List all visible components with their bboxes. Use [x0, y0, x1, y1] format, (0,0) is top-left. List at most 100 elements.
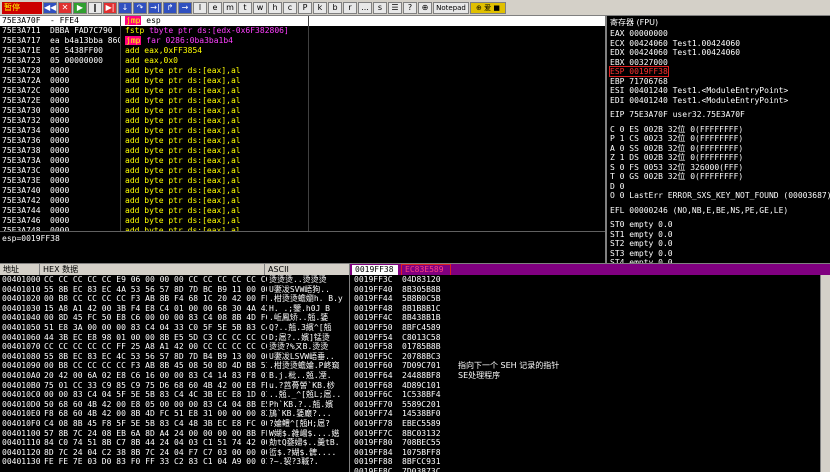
disasm-row[interactable]: 75E3A70F - FFE4 jmp esp — [0, 16, 605, 26]
register-line[interactable]: A 0 SS 002B 32位 0(FFFFFFFF) — [607, 144, 830, 154]
disasm-row[interactable]: 75E3A72C 0000 add byte ptr ds:[eax],al — [0, 86, 605, 96]
stack-row[interactable]: 0019FF88 8BFCC931 — [350, 457, 830, 467]
dump-row[interactable]: 004010C0 00 00 83 C4 04 5F 5E 5B 83 C4 4C… — [0, 390, 350, 400]
stack-row[interactable]: 0019FF54 C8013C58 — [350, 333, 830, 343]
disasm-row[interactable]: 75E3A728 0000 add byte ptr ds:[eax],al — [0, 66, 605, 76]
register-line[interactable]: EAX 00000000 — [607, 29, 830, 39]
toolbar-button[interactable]: e — [208, 1, 222, 14]
disasm-row[interactable]: 75E3A738 0000 add byte ptr ds:[eax],al — [0, 146, 605, 156]
dump-header-ascii[interactable]: ASCII — [265, 264, 350, 275]
disasm-row[interactable]: 75E3A736 0000 add byte ptr ds:[eax],al — [0, 136, 605, 146]
stack-row[interactable]: 0019FF6C 1C538BF4 — [350, 390, 830, 400]
toolbar-button[interactable]: ↱ — [163, 1, 177, 14]
dump-row[interactable]: 00401000 CC CC CC CC CC E9 06 00 00 00 CC… — [0, 275, 350, 285]
stack-row[interactable]: 0019FF7C 8BC03132 — [350, 429, 830, 439]
register-line[interactable]: EFL 00000246 (NO,NB,E,BE,NS,PE,GE,LE) — [607, 206, 830, 216]
dump-header-address[interactable]: 地址 — [0, 264, 40, 275]
disasm-row[interactable]: 75E3A744 0000 add byte ptr ds:[eax],al — [0, 206, 605, 216]
stack-row[interactable]: 0019FF70 5589C201 — [350, 400, 830, 410]
stack-row[interactable]: 0019FF40 8B305B8B — [350, 285, 830, 295]
toolbar-button[interactable]: ? — [403, 1, 417, 14]
disasm-row[interactable]: 75E3A73A 0000 add byte ptr ds:[eax],al — [0, 156, 605, 166]
register-line[interactable]: D 0 — [607, 182, 830, 192]
stack-row[interactable]: 0019FF8C 7D03873C — [350, 467, 830, 472]
toolbar-button[interactable]: →| — [148, 1, 162, 14]
toolbar-button[interactable]: s — [373, 1, 387, 14]
disasm-row[interactable]: 75E3A73C 0000 add byte ptr ds:[eax],al — [0, 166, 605, 176]
toolbar-button[interactable]: r — [343, 1, 357, 14]
stack-row[interactable]: 0019FF5C 20788BC3 — [350, 352, 830, 362]
dump-row[interactable]: 00401030 15 A8 A1 42 00 3B F4 E8 C4 01 00… — [0, 304, 350, 314]
stack-row[interactable]: 0019FF80 708BEC55 — [350, 438, 830, 448]
stack-row[interactable]: 0019FF74 14538BF0 — [350, 409, 830, 419]
register-line[interactable]: EDI 00401240 Test1.<ModuleEntryPoint> — [607, 96, 830, 106]
dump-row[interactable]: 004010D0 50 68 60 4B 42 00 E8 05 00 00 00… — [0, 400, 350, 410]
disasm-row[interactable]: 75E3A740 0000 add byte ptr ds:[eax],al — [0, 186, 605, 196]
dump-row[interactable]: 00401050 51 E8 3A 00 00 00 83 C4 04 33 C0… — [0, 323, 350, 333]
toolbar-button[interactable]: ☰ — [388, 1, 402, 14]
disasm-row[interactable]: 75E3A723 05 00000000 add eax,0x0 — [0, 56, 605, 66]
toolbar-button[interactable]: ▶ — [73, 1, 87, 14]
dump-row[interactable]: 00401130 FE FE 7E 03 D0 83 F0 FF 33 C2 83… — [0, 457, 350, 467]
stack-row[interactable]: 0019FF84 1075BFF8 — [350, 448, 830, 458]
disasm-row[interactable]: 75E3A746 0000 add byte ptr ds:[eax],al — [0, 216, 605, 226]
dump-row[interactable]: 00401080 55 8B EC 83 EC 4C 53 56 57 8D 7D… — [0, 352, 350, 362]
disasm-row[interactable]: 75E3A734 0000 add byte ptr ds:[eax],al — [0, 126, 605, 136]
dump-row[interactable]: 004010A0 20 42 00 6A 02 E8 C6 16 00 00 83… — [0, 371, 350, 381]
register-line[interactable]: EDX 00424060 Test1.00424060 — [607, 48, 830, 58]
toolbar-button[interactable]: ◀◀ — [43, 1, 57, 14]
register-line[interactable]: C 0 ES 002B 32位 0(FFFFFFFF) — [607, 125, 830, 135]
toolbar-button[interactable]: t — [238, 1, 252, 14]
stack-scrollbar[interactable] — [820, 275, 830, 472]
dump-header-hex[interactable]: HEX 数据 — [40, 264, 265, 275]
stack-row[interactable]: 0019FF44 5B8B0C5B — [350, 294, 830, 304]
register-line[interactable]: ST1 empty 0.0 — [607, 230, 830, 240]
dump-pane[interactable]: 00401000 CC CC CC CC CC E9 06 00 00 00 CC… — [0, 275, 350, 472]
stack-row[interactable]: 0019FF4C 8B438B1B — [350, 313, 830, 323]
toolbar-extra-button[interactable]: ⊕ 爱 ■ — [470, 1, 506, 14]
dump-row[interactable]: 00401040 00 8D 45 FC 50 E8 C6 00 00 00 83… — [0, 313, 350, 323]
stack-row[interactable]: 0019FF64 24488BF8 SE处理程序 — [350, 371, 830, 381]
notepad-button[interactable]: Notepad — [433, 1, 469, 14]
disasm-row[interactable]: 75E3A72A 0000 add byte ptr ds:[eax],al — [0, 76, 605, 86]
dump-row[interactable]: 004010F0 C4 08 8B 45 F8 5F 5E 5B 83 C4 48… — [0, 419, 350, 429]
stack-row[interactable]: 0019FF48 8B1B8B1C — [350, 304, 830, 314]
register-line[interactable]: EBP 71706768 — [607, 77, 830, 87]
toolbar-button[interactable]: l — [193, 1, 207, 14]
register-line[interactable]: ESP 0019FF38 — [607, 66, 830, 77]
disasm-row[interactable]: 75E3A711 DBBA FAD7C790 fstp tbyte ptr ds:[… — [0, 26, 605, 36]
register-line[interactable]: ST0 empty 0.0 — [607, 220, 830, 230]
dump-row[interactable]: 00401070 CC CC CC CC CC FF 25 A8 A1 42 00… — [0, 342, 350, 352]
toolbar-button[interactable]: P — [298, 1, 312, 14]
register-line[interactable]: EIP 75E3A70F user32.75E3A70F — [607, 110, 830, 120]
register-line[interactable]: ST3 empty 0.0 — [607, 249, 830, 259]
dump-row[interactable]: 00401060 44 3B EC E8 98 01 00 00 8B E5 5D… — [0, 333, 350, 343]
register-line[interactable]: Z 1 DS 002B 32位 0(FFFFFFFF) — [607, 153, 830, 163]
disasm-row[interactable]: 75E3A732 0000 add byte ptr ds:[eax],al — [0, 116, 605, 126]
toolbar-button[interactable]: ⊕ — [418, 1, 432, 14]
register-line[interactable]: O 0 LastErr ERROR_SXS_KEY_NOT_FOUND (000… — [607, 191, 830, 201]
disasm-row[interactable]: 75E3A742 0000 add byte ptr ds:[eax],al — [0, 196, 605, 206]
toolbar-button[interactable]: b — [328, 1, 342, 14]
register-line[interactable]: EBX 00327000 — [607, 58, 830, 68]
toolbar-button[interactable]: c — [283, 1, 297, 14]
disasm-row[interactable]: 75E3A72E 0000 add byte ptr ds:[eax],al — [0, 96, 605, 106]
toolbar-button[interactable]: ↓ — [118, 1, 132, 14]
dump-row[interactable]: 00401010 55 8B EC 83 EC 4A 53 56 57 8D 7D… — [0, 285, 350, 295]
stack-row[interactable]: 0019FF3C 04D83120 — [350, 275, 830, 285]
toolbar-button[interactable]: ... — [358, 1, 372, 14]
disasm-row[interactable]: 75E3A717 ea b4a13bba 86C jmp far 0286:0ba3… — [0, 36, 605, 46]
toolbar-button[interactable]: ▶| — [103, 1, 117, 14]
dump-row[interactable]: 00401120 8D 7C 24 04 C2 38 8B 7C 24 04 F7… — [0, 448, 350, 458]
dump-row[interactable]: 00401110 84 C0 74 51 8B C7 8B 44 24 04 03… — [0, 438, 350, 448]
stack-row[interactable]: 0019FF60 7D09C701 指向下一个 SEH 记录的指针 — [350, 361, 830, 371]
toolbar-button[interactable]: ‖ — [88, 1, 102, 14]
register-line[interactable]: ESI 00401240 Test1.<ModuleEntryPoint> — [607, 86, 830, 96]
dump-row[interactable]: 004010E0 F8 68 60 4B 42 00 8B 4D FC 51 E8… — [0, 409, 350, 419]
toolbar-button[interactable]: w — [253, 1, 267, 14]
dump-row[interactable]: 00401020 00 B8 CC CC CC CC F3 AB 8B F4 68… — [0, 294, 350, 304]
register-line[interactable]: P 1 CS 0023 32位 0(FFFFFFFF) — [607, 134, 830, 144]
stack-row[interactable]: 0019FF50 8BFC4589 — [350, 323, 830, 333]
dump-row[interactable]: 00401100 57 8B 7C 24 08 EB 6A 8D A4 24 00… — [0, 429, 350, 439]
toolbar-button[interactable]: ✕ — [58, 1, 72, 14]
